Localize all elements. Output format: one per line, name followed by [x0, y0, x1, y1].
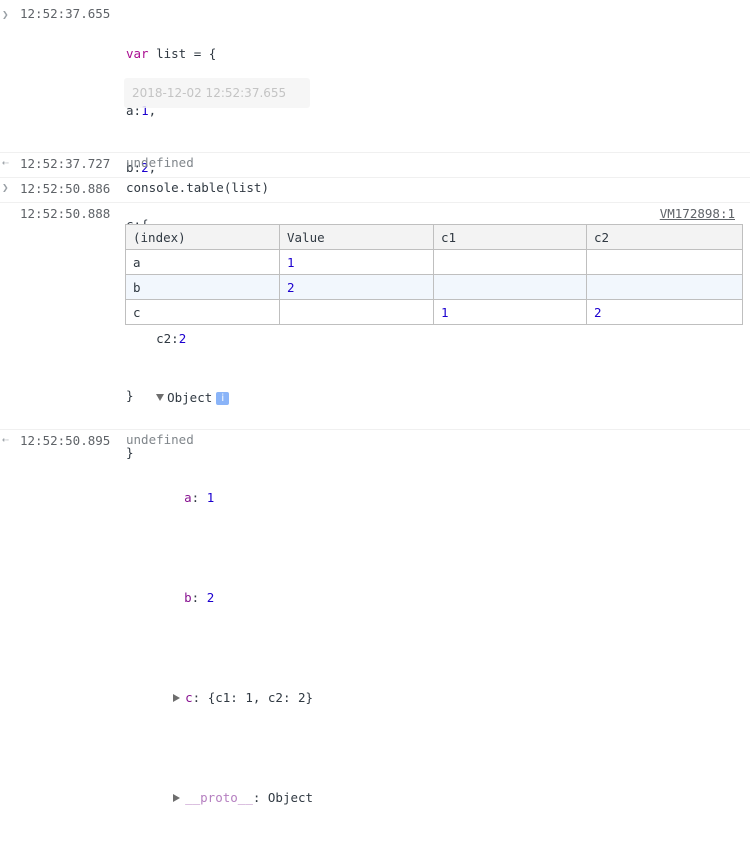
property-value: 1: [206, 490, 215, 505]
table-cell: c: [125, 299, 280, 325]
table-cell: [433, 274, 587, 300]
console-result-entry: ⇠ 12:52:37.727 undefined: [0, 153, 750, 177]
expand-down-icon[interactable]: [156, 394, 165, 401]
return-arrow-icon: ⇠: [2, 433, 9, 446]
object-property: a: 1: [184, 490, 215, 505]
info-icon[interactable]: i: [216, 392, 230, 405]
column-header[interactable]: c2: [586, 224, 743, 250]
table-cell: 2: [586, 299, 743, 325]
timestamp: 12:52:50.895: [20, 433, 111, 448]
console-input-entry: ❯ 12:52:50.886 console.table(list): [0, 178, 750, 202]
table-cell: [433, 249, 587, 275]
property-key: __proto__: [185, 790, 253, 805]
timestamp: 12:52:37.727: [20, 156, 111, 171]
chevron-right-icon: ❯: [2, 8, 9, 21]
table-row: c 1 2: [125, 299, 743, 325]
result-value: undefined: [126, 432, 194, 447]
timestamp-tooltip: 2018-12-02 12:52:37.655: [124, 78, 310, 108]
table-cell: [586, 249, 743, 275]
table-cell: [279, 299, 434, 325]
object-property-expandable[interactable]: c: {c1: 1, c2: 2}: [126, 668, 313, 728]
return-arrow-icon: ⇠: [2, 156, 9, 169]
property-value: Object: [267, 790, 314, 805]
column-header[interactable]: c1: [433, 224, 587, 250]
property-value: {c1: 1, c2: 2}: [207, 690, 314, 705]
console-input-entry: ❯ 12:52:37.655 var list = { a:1, b:2, c:…: [0, 0, 750, 460]
object-tree: Object i a: 1 b: 2 c: {c1: 1, c2: 2} __pr…: [126, 328, 313, 848]
timestamp: 12:52:50.886: [20, 181, 111, 196]
property-value: 2: [206, 590, 215, 605]
column-header[interactable]: Value: [279, 224, 434, 250]
table-row: a 1: [125, 249, 743, 275]
table-cell: a: [125, 249, 280, 275]
property-key: b: [184, 590, 192, 605]
object-property-expandable[interactable]: __proto__: Object: [126, 768, 313, 828]
code-line: var list = {: [126, 46, 217, 61]
table-row: b 2: [125, 274, 743, 300]
table-header-row: (index) Value c1 c2: [125, 224, 743, 250]
column-header[interactable]: (index): [125, 224, 280, 250]
chevron-right-icon: ❯: [2, 181, 9, 194]
object-property: b: 2: [184, 590, 215, 605]
table-cell: 1: [433, 299, 587, 325]
table-cell: 2: [279, 274, 434, 300]
console-table: (index) Value c1 c2 a 1 b 2 c 1 2: [125, 224, 743, 325]
timestamp: 12:52:37.655: [20, 6, 111, 21]
console-result-entry: ⇠ 12:52:50.895 undefined: [0, 430, 750, 449]
result-value: undefined: [126, 155, 194, 170]
table-cell: 1: [279, 249, 434, 275]
expand-right-icon[interactable]: [173, 694, 181, 702]
expand-right-icon[interactable]: [173, 794, 181, 802]
table-cell: [586, 274, 743, 300]
property-key: c: [185, 690, 193, 705]
object-label: Object: [167, 390, 213, 405]
source-link[interactable]: VM172898:1: [660, 206, 735, 221]
code-line[interactable]: console.table(list): [126, 178, 269, 197]
table-cell: b: [125, 274, 280, 300]
property-key: a: [184, 490, 192, 505]
object-header[interactable]: Object i: [126, 368, 313, 428]
timestamp: 12:52:50.888: [20, 206, 111, 221]
